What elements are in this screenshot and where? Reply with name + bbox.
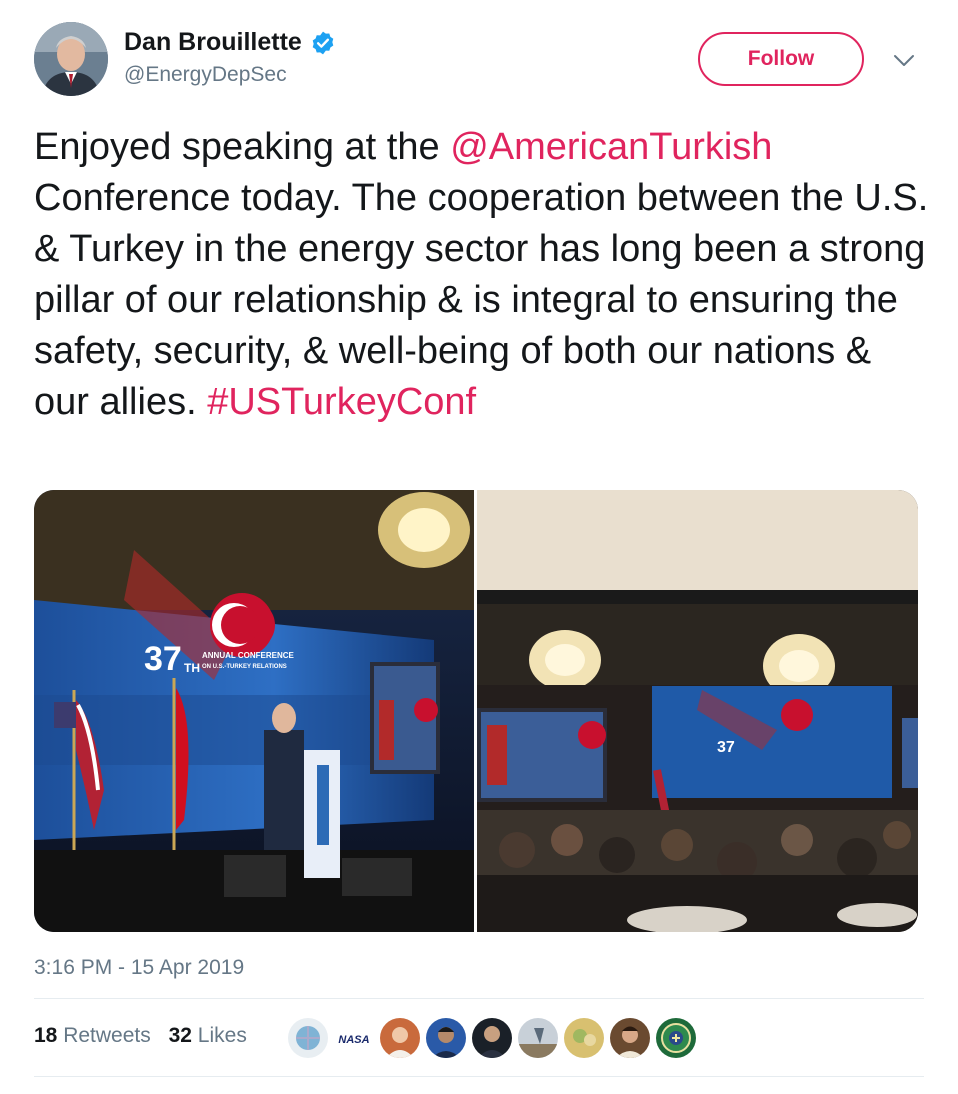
author-name-block: Dan Brouillette @EnergyDepSec	[124, 28, 336, 87]
banner-suffix: TH	[184, 661, 200, 675]
liker-avatar-6[interactable]	[518, 1018, 558, 1058]
verified-badge-icon	[312, 31, 334, 54]
tweet-stats: 18 Retweets 32 Likes	[34, 1024, 259, 1048]
liker-avatar-7[interactable]	[564, 1018, 604, 1058]
likes-stat[interactable]: 32 Likes	[169, 1024, 247, 1048]
banner-line2: ON U.S.-TURKEY RELATIONS	[202, 664, 287, 670]
svg-text:37: 37	[717, 739, 735, 756]
conference-stage-photo[interactable]: 37 TH ANNUAL CONFERENCE ON U.S.-TURKEY R…	[34, 490, 474, 932]
tweet-timestamp[interactable]: 3:16 PM - 15 Apr 2019	[34, 956, 244, 980]
tweet-text-part2: Conference today. The cooperation betwee…	[34, 177, 929, 423]
author-avatar[interactable]	[34, 22, 108, 96]
energy-seal-avatar[interactable]	[656, 1018, 696, 1058]
chevron-down-icon[interactable]	[892, 50, 916, 70]
liker-avatar-5[interactable]	[472, 1018, 512, 1058]
retweets-count: 18	[34, 1024, 58, 1047]
follow-button[interactable]: Follow	[698, 32, 864, 86]
likes-count: 32	[168, 1024, 192, 1047]
author-handle[interactable]: @EnergyDepSec	[124, 63, 336, 87]
tweet-text: Enjoyed speaking at the @AmericanTurkish…	[34, 122, 934, 428]
banner-number: 37	[144, 640, 182, 678]
retweets-label: Retweets	[63, 1024, 151, 1047]
divider-top	[34, 998, 924, 999]
hashtag-link[interactable]: #USTurkeyConf	[207, 381, 476, 423]
nasa-text: NASA	[338, 1034, 369, 1046]
retweets-stat[interactable]: 18 Retweets	[34, 1024, 151, 1048]
likes-label: Likes	[197, 1024, 247, 1047]
liker-avatar-3[interactable]	[380, 1018, 420, 1058]
mention-link[interactable]: @AmericanTurkish	[450, 126, 772, 168]
liker-avatar-8[interactable]	[610, 1018, 650, 1058]
liker-avatar-1[interactable]	[288, 1018, 328, 1058]
tweet-text-part1: Enjoyed speaking at the	[34, 126, 451, 168]
author-display-name[interactable]: Dan Brouillette	[124, 28, 302, 57]
nasa-logo[interactable]: NASA	[334, 1018, 374, 1058]
tweet-header: Dan Brouillette @EnergyDepSec Follow	[34, 22, 924, 102]
conference-banquet-photo[interactable]: 37	[477, 490, 918, 932]
divider-bottom	[34, 1076, 924, 1077]
banner-line1: ANNUAL CONFERENCE	[202, 651, 295, 660]
liker-avatar-4[interactable]	[426, 1018, 466, 1058]
tweet-media: 37 TH ANNUAL CONFERENCE ON U.S.-TURKEY R…	[34, 490, 918, 932]
